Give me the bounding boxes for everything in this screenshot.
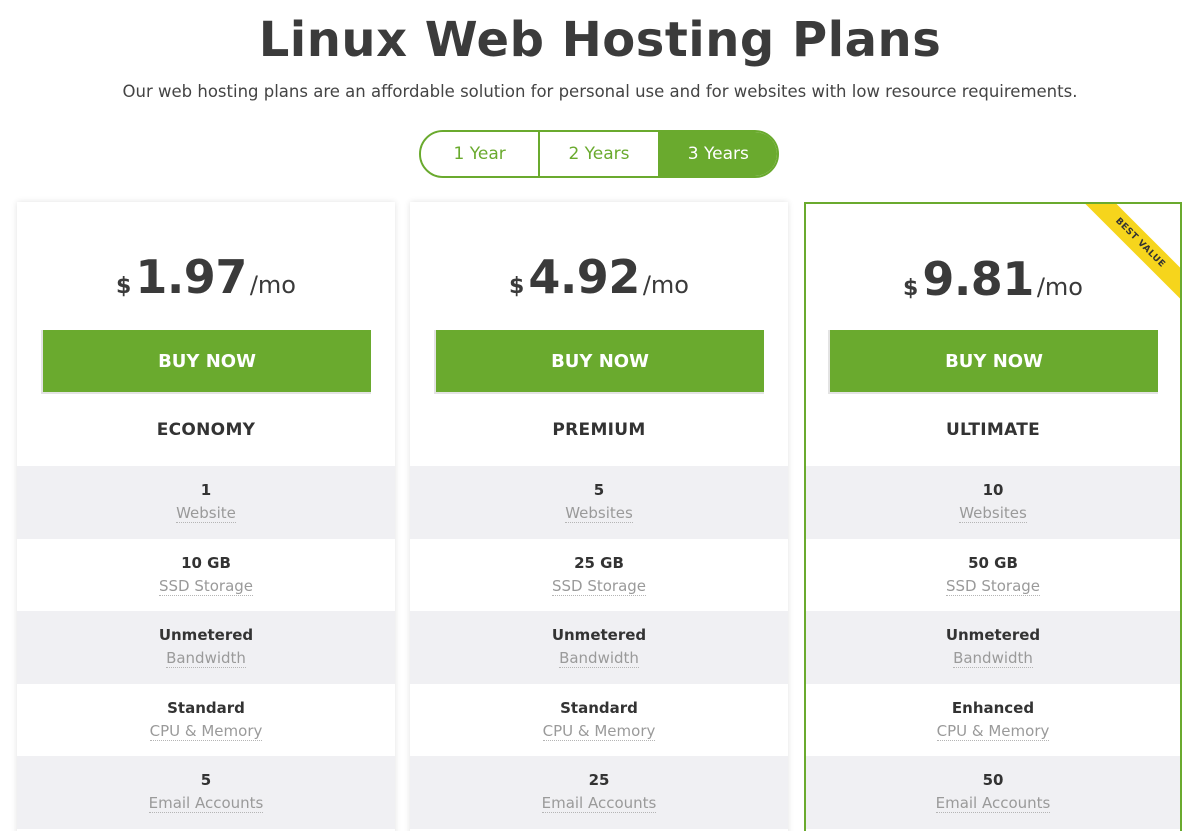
feature-row-email: 5 Email Accounts xyxy=(17,756,395,829)
feature-row-storage: 10 GB SSD Storage xyxy=(17,539,395,612)
feature-label[interactable]: CPU & Memory xyxy=(936,722,1050,741)
feature-value: 5 xyxy=(593,481,605,500)
price-amount: 9.81 xyxy=(922,252,1034,306)
feature-label[interactable]: Website xyxy=(176,505,236,524)
feature-label[interactable]: Email Accounts xyxy=(935,795,1051,814)
feature-value: Enhanced xyxy=(951,698,1035,717)
feature-list: 10 Websites 50 GB SSD Storage Unmetered … xyxy=(806,466,1180,829)
feature-value: Unmetered xyxy=(551,626,647,645)
feature-row-email: 50 Email Accounts xyxy=(806,756,1180,829)
feature-label[interactable]: Bandwidth xyxy=(559,650,639,669)
feature-label[interactable]: Email Accounts xyxy=(148,795,264,814)
feature-row-websites: 1 Website xyxy=(17,466,395,539)
feature-row-bandwidth: Unmetered Bandwidth xyxy=(410,611,788,684)
price-period: /mo xyxy=(642,271,689,299)
plan-price: $ 1.97 /mo xyxy=(17,250,395,304)
feature-label[interactable]: SSD Storage xyxy=(945,577,1041,596)
feature-value: 10 GB xyxy=(181,553,231,572)
plan-name: PREMIUM xyxy=(552,420,646,440)
period-option-2-years[interactable]: 2 Years xyxy=(538,132,658,176)
feature-label[interactable]: CPU & Memory xyxy=(542,722,656,741)
page-title: Linux Web Hosting Plans xyxy=(258,12,942,68)
price-amount: 4.92 xyxy=(528,250,640,304)
feature-list: 1 Website 10 GB SSD Storage Unmetered Ba… xyxy=(17,466,395,829)
feature-value: 1 xyxy=(200,481,212,500)
buy-now-button-premium[interactable]: BUY NOW xyxy=(434,330,764,394)
price-period: /mo xyxy=(1036,273,1083,301)
buy-now-button-economy[interactable]: BUY NOW xyxy=(41,330,371,394)
feature-row-email: 25 Email Accounts xyxy=(410,756,788,829)
feature-label[interactable]: CPU & Memory xyxy=(149,722,263,741)
plan-price: $ 9.81 /mo xyxy=(806,252,1180,306)
plan-price: $ 4.92 /mo xyxy=(410,250,788,304)
feature-row-cpu-memory: Enhanced CPU & Memory xyxy=(806,684,1180,757)
price-currency: $ xyxy=(116,274,132,299)
period-option-1-year[interactable]: 1 Year xyxy=(421,132,539,176)
period-option-3-years[interactable]: 3 Years xyxy=(657,132,777,176)
feature-row-bandwidth: Unmetered Bandwidth xyxy=(17,611,395,684)
feature-value: Standard xyxy=(560,698,638,717)
feature-label[interactable]: SSD Storage xyxy=(158,577,254,596)
feature-row-websites: 5 Websites xyxy=(410,466,788,539)
feature-value: 25 xyxy=(588,771,610,790)
feature-row-cpu-memory: Standard CPU & Memory xyxy=(410,684,788,757)
feature-value: 50 xyxy=(982,771,1004,790)
price-currency: $ xyxy=(509,274,525,299)
feature-value: Standard xyxy=(167,698,245,717)
feature-value: 10 xyxy=(982,481,1004,500)
feature-label[interactable]: Bandwidth xyxy=(166,650,246,669)
feature-row-websites: 10 Websites xyxy=(806,466,1180,539)
feature-row-storage: 25 GB SSD Storage xyxy=(410,539,788,612)
feature-value: Unmetered xyxy=(158,626,254,645)
feature-row-bandwidth: Unmetered Bandwidth xyxy=(806,611,1180,684)
feature-label[interactable]: Websites xyxy=(959,505,1027,524)
price-amount: 1.97 xyxy=(135,250,247,304)
price-period: /mo xyxy=(249,271,296,299)
price-currency: $ xyxy=(903,276,919,301)
page-subtitle: Our web hosting plans are an affordable … xyxy=(122,82,1078,101)
feature-value: Unmetered xyxy=(945,626,1041,645)
feature-label[interactable]: Email Accounts xyxy=(541,795,657,814)
plan-name: ECONOMY xyxy=(156,420,256,440)
plan-card-premium: $ 4.92 /mo BUY NOW PREMIUM 5 Websites 25… xyxy=(410,202,788,831)
feature-label[interactable]: Websites xyxy=(565,505,633,524)
buy-now-button-ultimate[interactable]: BUY NOW xyxy=(828,330,1158,394)
plan-card-ultimate: BEST VALUE $ 9.81 /mo BUY NOW ULTIMATE 1… xyxy=(804,202,1182,831)
feature-value: 5 xyxy=(200,771,212,790)
feature-value: 50 GB xyxy=(968,553,1018,572)
feature-label[interactable]: Bandwidth xyxy=(953,650,1033,669)
feature-row-storage: 50 GB SSD Storage xyxy=(806,539,1180,612)
feature-label[interactable]: SSD Storage xyxy=(551,577,647,596)
feature-value: 25 GB xyxy=(574,553,624,572)
feature-row-cpu-memory: Standard CPU & Memory xyxy=(17,684,395,757)
billing-period-toggle: 1 Year 2 Years 3 Years xyxy=(419,130,779,178)
plan-card-economy: $ 1.97 /mo BUY NOW ECONOMY 1 Website 10 … xyxy=(17,202,395,831)
feature-list: 5 Websites 25 GB SSD Storage Unmetered B… xyxy=(410,466,788,829)
plan-name: ULTIMATE xyxy=(945,420,1041,440)
